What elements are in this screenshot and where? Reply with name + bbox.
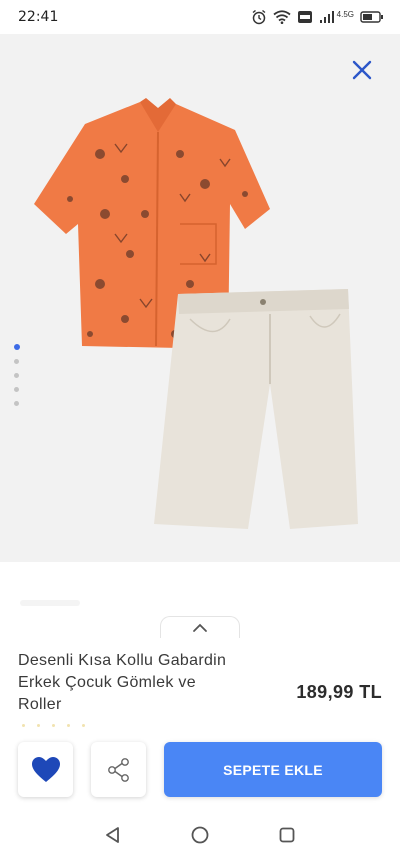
close-button[interactable] [348, 56, 376, 84]
shorts-image [154, 289, 358, 529]
brand-placeholder [20, 600, 80, 606]
product-title-line-3: Roller [18, 696, 62, 713]
pager-dot-1[interactable] [14, 344, 20, 350]
product-image [34, 98, 358, 529]
home-icon [191, 826, 209, 844]
product-title-line-1: Desenli Kısa Kollu Gabardin [18, 652, 227, 669]
alarm-icon [252, 9, 266, 25]
star-icon [52, 724, 55, 727]
wifi-icon [273, 10, 291, 24]
product-title: Desenli Kısa Kollu Gabardin Erkek Çocuk … [18, 650, 278, 716]
status-icons: 4.5G [251, 9, 384, 25]
star-icon [22, 724, 25, 727]
rating-stars [22, 724, 85, 727]
app-screen: 22:41 4.5G Desenli Kısa Kollu Gabardin E… [0, 0, 400, 866]
pager-dot-3[interactable] [14, 373, 19, 378]
back-icon [106, 827, 120, 843]
battery-icon [360, 11, 383, 23]
pager-dot-4[interactable] [14, 387, 19, 392]
pager-dot-2[interactable] [14, 359, 19, 364]
status-time: 22:41 [18, 9, 59, 25]
star-icon [67, 724, 70, 727]
status-bar: 22:41 4.5G [0, 0, 400, 34]
expand-details-handle[interactable] [160, 616, 240, 638]
chevron-up-icon [193, 623, 207, 632]
product-price: 189,99 TL [296, 682, 382, 702]
star-icon [37, 724, 40, 727]
back-button[interactable] [97, 819, 129, 851]
favorite-button[interactable] [18, 742, 73, 797]
home-button[interactable] [184, 819, 216, 851]
system-nav-bar [0, 804, 400, 866]
close-icon [352, 60, 372, 80]
share-button[interactable] [91, 742, 146, 797]
pager-dot-5[interactable] [14, 401, 19, 406]
share-icon [107, 757, 129, 782]
recents-button[interactable] [271, 819, 303, 851]
signal-icon [319, 11, 334, 23]
product-info-panel: Desenli Kısa Kollu Gabardin Erkek Çocuk … [0, 562, 400, 804]
add-to-cart-button[interactable]: SEPETE EKLE [164, 742, 382, 797]
product-image-gallery[interactable] [0, 34, 400, 562]
product-title-line-2: Erkek Çocuk Gömlek ve [18, 674, 196, 691]
network-type-label: 4.5G [336, 9, 354, 19]
recents-icon [279, 827, 295, 843]
volte-icon [297, 11, 312, 23]
image-pager [14, 344, 20, 406]
star-icon [82, 724, 85, 727]
heart-icon [31, 756, 60, 782]
